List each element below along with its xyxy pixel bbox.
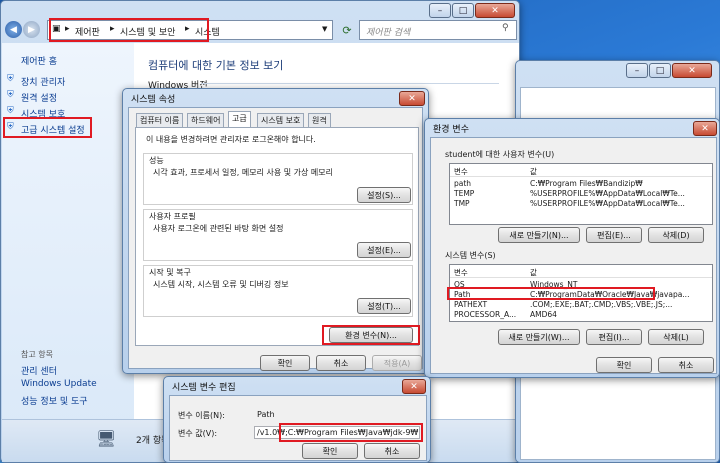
- sidebar-item-protection[interactable]: 시스템 보호: [21, 107, 65, 120]
- performance-settings-button[interactable]: 설정(S)...: [357, 187, 411, 203]
- variable-name-field[interactable]: Path: [254, 408, 420, 421]
- table-row[interactable]: PATHEXT .COM;.EXE;.BAT;.CMD;.VBS;.VBE;.JS…: [450, 300, 712, 309]
- dialog-title: 환경 변수: [433, 125, 469, 135]
- dialog-title: 시스템 속성: [131, 95, 176, 105]
- list-header: 변수 값: [450, 166, 712, 177]
- user-variables-label: student에 대한 사용자 변수(U): [445, 150, 555, 159]
- system-new-button[interactable]: 새로 만들기(W)...: [498, 329, 580, 345]
- close-button[interactable]: ✕: [402, 379, 426, 394]
- address-bar[interactable]: ▣ ▸ 제어판 ▸ 시스템 및 보안 ▸ 시스템: [47, 20, 333, 40]
- user-profile-label: 사용자 프로필: [149, 212, 196, 221]
- shield-icon: ⛨: [7, 90, 14, 100]
- table-row[interactable]: path C:₩Program Files₩Bandizip₩: [450, 179, 712, 188]
- startup-recovery-settings-button[interactable]: 설정(T)...: [357, 298, 411, 314]
- variable-value-field[interactable]: /v1.0₩;C:₩Program Files₩Java₩jdk-9₩bin: [254, 426, 420, 439]
- table-row[interactable]: TMP %USERPROFILE%₩AppData₩Local₩Te...: [450, 199, 712, 208]
- table-row-selected[interactable]: Path C:₩ProgramData₩Oracle₩Java₩javapa...: [450, 290, 712, 299]
- back-button[interactable]: ◀: [5, 21, 22, 38]
- tab-remote[interactable]: 원격: [308, 113, 331, 127]
- page-title: 컴퓨터에 대한 기본 정보 보기: [148, 59, 284, 72]
- user-variables-list[interactable]: 변수 값 path C:₩Program Files₩Bandizip₩ TEMP…: [449, 163, 713, 225]
- breadcrumb-security[interactable]: 시스템 및 보안: [120, 25, 175, 38]
- startup-recovery-label: 시작 및 복구: [149, 268, 191, 277]
- environment-variables-dialog: 환경 변수 ✕ student에 대한 사용자 변수(U) 변수 값 path C…: [424, 118, 720, 378]
- column-header-value[interactable]: 값: [530, 166, 537, 177]
- column-header-value[interactable]: 값: [530, 267, 537, 278]
- variable-name-label: 변수 이름(N):: [178, 411, 225, 420]
- ok-button[interactable]: 확인: [260, 355, 310, 371]
- breadcrumb-system[interactable]: 시스템: [195, 25, 220, 38]
- variable-value-label: 변수 값(V):: [178, 429, 218, 438]
- close-button[interactable]: ✕: [399, 91, 425, 106]
- section-divider: [201, 83, 499, 84]
- sidebar-item-advanced[interactable]: 고급 시스템 설정: [21, 123, 85, 136]
- user-profile-desc: 사용자 로그온에 관련된 바탕 화면 설정: [153, 224, 284, 233]
- refresh-icon: ⟳: [342, 23, 352, 37]
- minimize-button[interactable]: –: [429, 3, 451, 18]
- shield-icon: ⛨: [7, 74, 14, 84]
- ok-button[interactable]: 확인: [302, 443, 358, 459]
- column-header-variable[interactable]: 변수: [454, 166, 468, 177]
- see-also-performance[interactable]: 성능 정보 및 도구: [21, 394, 88, 407]
- tab-computer-name[interactable]: 컴퓨터 이름: [136, 113, 184, 127]
- performance-desc: 시각 효과, 프로세서 일정, 메모리 사용 및 가상 메모리: [153, 168, 333, 177]
- system-edit-button[interactable]: 편집(I)...: [586, 329, 642, 345]
- close-button[interactable]: ✕: [475, 3, 515, 18]
- computer-icon: 🖥: [96, 429, 117, 448]
- search-box[interactable]: 제어판 검색 ⚲: [359, 20, 517, 40]
- system-delete-button[interactable]: 삭제(L): [648, 329, 704, 345]
- user-edit-button[interactable]: 편집(E)...: [586, 227, 642, 243]
- environment-variables-button[interactable]: 환경 변수(N)...: [329, 327, 413, 343]
- system-variables-list[interactable]: 변수 값 OS Windows_NT Path C:₩ProgramData₩Ora…: [449, 264, 713, 322]
- refresh-button[interactable]: ⟳: [337, 21, 357, 39]
- user-profile-settings-button[interactable]: 설정(E)...: [357, 242, 411, 258]
- close-button[interactable]: ✕: [693, 121, 717, 136]
- minimize-button[interactable]: –: [626, 63, 648, 78]
- list-header: 변수 값: [450, 267, 712, 278]
- search-icon: ⚲: [502, 23, 509, 33]
- sidebar-item-device-manager[interactable]: 장치 관리자: [21, 75, 65, 88]
- shield-icon: ⛨: [7, 122, 14, 132]
- forward-arrow-icon: ▶: [28, 24, 35, 35]
- cancel-button[interactable]: 취소: [364, 443, 420, 459]
- table-row[interactable]: PROCESSOR_A... AMD64: [450, 310, 712, 319]
- cancel-button[interactable]: 취소: [316, 355, 366, 371]
- user-delete-button[interactable]: 삭제(D): [648, 227, 704, 243]
- tab-advanced[interactable]: 고급: [228, 111, 251, 127]
- see-also-heading: 참고 항목: [21, 350, 53, 359]
- admin-note: 이 내용을 변경하려면 관리자로 로그온해야 합니다.: [146, 135, 316, 144]
- performance-label: 성능: [149, 156, 164, 165]
- system-variables-label: 시스템 변수(S): [445, 251, 496, 260]
- ok-button[interactable]: 확인: [596, 357, 652, 373]
- maximize-button[interactable]: □: [452, 3, 474, 18]
- startup-recovery-desc: 시스템 시작, 시스템 오류 및 디버깅 정보: [153, 280, 289, 289]
- system-properties-dialog: 시스템 속성 ✕ 컴퓨터 이름 하드웨어 고급 시스템 보호 원격 이 내용을 …: [122, 88, 429, 374]
- search-placeholder: 제어판 검색: [366, 28, 411, 38]
- control-panel-icon: ▣: [52, 24, 61, 34]
- tab-system-protection[interactable]: 시스템 보호: [257, 113, 305, 127]
- dialog-title: 시스템 변수 편집: [172, 383, 236, 393]
- column-header-variable[interactable]: 변수: [454, 267, 468, 278]
- user-new-button[interactable]: 새로 만들기(N)...: [498, 227, 580, 243]
- back-arrow-icon: ◀: [10, 24, 17, 35]
- table-row[interactable]: OS Windows_NT: [450, 280, 712, 289]
- see-also-windows-update[interactable]: Windows Update: [21, 379, 97, 389]
- edit-system-variable-dialog: 시스템 변수 편집 ✕ 변수 이름(N): Path 변수 값(V): /v1.…: [163, 376, 431, 463]
- see-also-action-center[interactable]: 관리 센터: [21, 364, 57, 377]
- shield-icon: ⛨: [7, 106, 14, 116]
- apply-button[interactable]: 적용(A): [372, 355, 422, 371]
- forward-button[interactable]: ▶: [23, 21, 40, 38]
- sidebar-home-link[interactable]: 제어판 홈: [21, 54, 57, 67]
- close-button[interactable]: ✕: [672, 63, 712, 78]
- maximize-button[interactable]: □: [649, 63, 671, 78]
- tab-hardware[interactable]: 하드웨어: [187, 113, 225, 127]
- cancel-button[interactable]: 취소: [658, 357, 714, 373]
- breadcrumb-controlpanel[interactable]: 제어판: [75, 25, 100, 38]
- sidebar-item-remote[interactable]: 원격 설정: [21, 91, 57, 104]
- table-row[interactable]: TEMP %USERPROFILE%₩AppData₩Local₩Te...: [450, 189, 712, 198]
- dropdown-chevron-icon[interactable]: ▼: [322, 25, 327, 33]
